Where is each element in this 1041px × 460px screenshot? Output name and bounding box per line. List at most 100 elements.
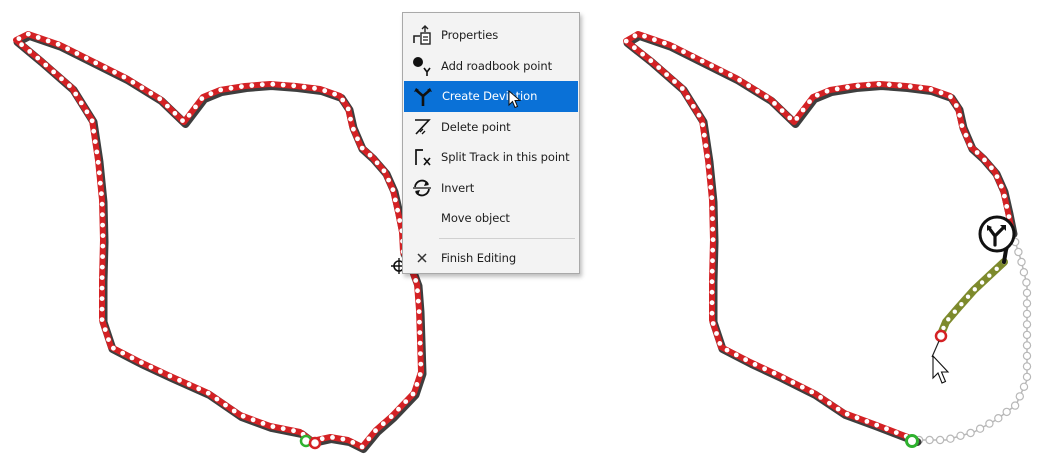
track-point [700,122,706,128]
right-map-view[interactable] [600,0,1041,460]
track-point [762,366,767,372]
track-point [35,55,41,61]
track-point [710,237,716,243]
track-point [359,444,365,450]
deviation-point [941,325,946,331]
track-point [280,82,286,88]
track-point [938,90,944,96]
track-point [240,413,246,419]
menu-item-properties[interactable]: Properties [403,20,579,51]
split-track-icon [403,142,441,172]
track-point [710,216,715,222]
track-point [99,191,104,197]
menu-item-add-roadbook-point[interactable]: Add roadbook point [403,51,579,82]
track-point [1006,214,1012,220]
start-marker [905,434,919,448]
track-point [148,90,154,96]
mouse-cursor-icon [932,354,950,384]
track-point [854,415,860,421]
menu-item-label: Invert [441,180,475,195]
track-point [186,382,192,387]
route-track-deviated[interactable] [623,31,1018,446]
ghost-point [1022,299,1032,308]
track-point [691,103,696,109]
menu-item-finish-editing[interactable]: Finish Editing [403,243,579,274]
track-point [648,58,654,64]
ghost-point [975,424,985,433]
track-point [799,384,805,390]
track-point [709,195,715,201]
track-point [78,100,84,106]
track-point [998,183,1004,189]
track-point [280,426,286,431]
track-point [897,83,903,88]
context-menu[interactable]: Properties Add roadbook point Create Dev… [402,12,580,274]
track-point [953,103,959,108]
track-point [779,108,785,113]
track-point [167,373,173,379]
track-point [148,364,154,370]
track-point [728,72,733,78]
menu-item-invert[interactable]: Invert [403,173,579,204]
track-point [418,361,424,367]
track-point [35,35,41,40]
ghost-point [1022,320,1032,329]
track-point [249,83,255,88]
track-point [845,84,850,90]
track-point [844,411,850,417]
track-point [662,40,667,46]
track-point [403,399,409,404]
track-point [928,87,934,92]
track-point [208,91,214,97]
track-point [120,350,126,356]
invert-icon [403,173,441,203]
roadbook-point-icon [403,51,441,81]
menu-item-move-object[interactable]: Move object [403,203,579,234]
track-point [696,112,702,118]
track-point [214,396,220,402]
track-point [165,103,170,109]
track-point [16,36,22,41]
ghost-point [925,435,934,445]
track-point [681,49,686,55]
track-point [794,116,800,121]
track-point [623,38,629,44]
ghost-point [985,419,994,428]
menu-item-delete-point[interactable]: Delete point [403,112,579,143]
route-track[interactable] [13,31,427,453]
ghost-point [1019,382,1029,391]
track-point [97,180,103,186]
track-point [672,79,677,84]
close-icon [403,243,441,273]
track-point [709,63,714,69]
track-point [790,380,796,385]
track-point [679,86,685,91]
track-point [807,99,812,105]
track-point [709,205,715,211]
track-point [45,38,51,44]
ghost-point [1010,401,1020,410]
ghost-point [1022,372,1032,382]
drag-line [931,340,940,358]
track-point [345,106,351,112]
track-point [709,310,715,316]
ghost-point [1017,257,1026,267]
menu-item-split-track[interactable]: Split Track in this point [403,142,579,173]
track-point [172,110,178,116]
track-point [787,115,793,121]
track-point [121,74,127,80]
track-point [270,81,276,87]
track-point [710,247,716,253]
track-point [111,345,116,351]
right-track-canvas[interactable] [600,0,1041,460]
track-point [709,289,715,295]
menu-item-create-deviation[interactable]: Create Deviation [404,81,578,112]
track-point [709,279,715,285]
track-point [193,104,198,110]
track-point [99,201,105,207]
track-point [417,372,423,377]
track-point [703,143,709,149]
track-point [100,254,105,259]
end-marker [308,436,322,450]
track-point [886,82,892,88]
